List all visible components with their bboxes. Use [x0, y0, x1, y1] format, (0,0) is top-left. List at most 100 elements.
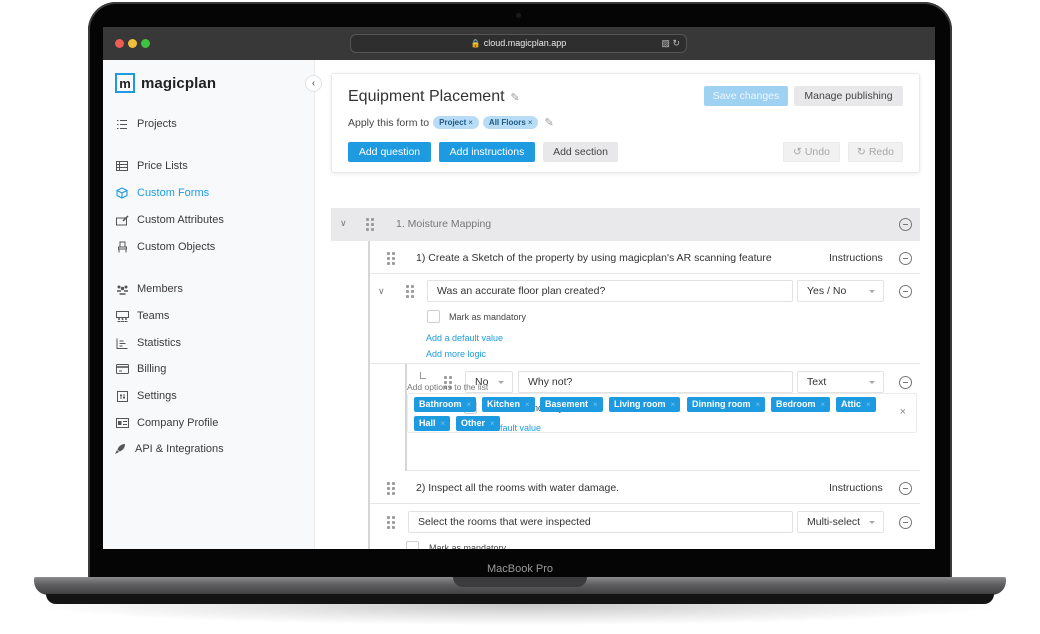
remove-tag-icon[interactable]: ×	[467, 400, 472, 409]
add-section-button[interactable]: Add section	[543, 142, 618, 162]
remove-chip-icon[interactable]: ×	[528, 118, 533, 127]
remove-section-icon[interactable]	[899, 218, 912, 231]
redo-button[interactable]: ↻ Redo	[848, 142, 903, 162]
apply-chip-project[interactable]: Project ×	[433, 116, 479, 129]
teams-icon	[115, 309, 129, 323]
sidebar-item-label: Price Lists	[137, 160, 188, 172]
remove-question-icon[interactable]	[899, 516, 912, 529]
drag-handle-icon[interactable]	[366, 218, 374, 231]
remove-tag-icon[interactable]: ×	[671, 400, 676, 409]
sidebar-item-label: Billing	[137, 363, 167, 375]
remove-question-icon[interactable]	[899, 285, 912, 298]
tag-label: Attic	[841, 399, 861, 409]
sidebar-item-custom-attributes[interactable]: Custom Attributes	[115, 211, 224, 229]
sidebar-item-company-profile[interactable]: Company Profile	[115, 414, 218, 432]
add-question-button[interactable]: Add question	[348, 142, 431, 162]
option-tag[interactable]: Kitchen ×	[482, 397, 535, 412]
close-window-button[interactable]	[115, 39, 124, 48]
question-type-select[interactable]: Multi-select	[797, 511, 884, 533]
remove-instruction-icon[interactable]	[899, 482, 912, 495]
rocket-icon	[113, 442, 127, 456]
chip-label: All Floors	[488, 118, 526, 127]
sidebar-item-statistics[interactable]: Statistics	[115, 334, 181, 352]
remove-tag-icon[interactable]: ×	[821, 400, 826, 409]
browser-toolbar: 🔒 cloud.magicplan.app ▨ ↻	[103, 27, 935, 60]
sidebar-item-teams[interactable]: Teams	[115, 307, 169, 325]
option-tag[interactable]: Other ×	[456, 416, 500, 431]
question-text-input[interactable]: Select the rooms that were inspected	[408, 511, 793, 533]
laptop-notch	[453, 577, 587, 587]
address-bar[interactable]: 🔒 cloud.magicplan.app ▨ ↻	[350, 34, 687, 53]
remove-tag-icon[interactable]: ×	[525, 400, 530, 409]
dropdown-caret-icon	[869, 290, 875, 293]
apply-chip-all-floors[interactable]: All Floors ×	[482, 116, 539, 129]
option-tag[interactable]: Basement ×	[540, 397, 603, 412]
tag-label: Kitchen	[487, 399, 521, 409]
mandatory-checkbox[interactable]	[406, 541, 419, 549]
section-title: 1. Moisture Mapping	[396, 218, 492, 230]
drag-handle-icon[interactable]	[387, 482, 395, 495]
add-default-value-link[interactable]: Add a default value	[426, 333, 503, 343]
option-tag[interactable]: Hall ×	[414, 416, 451, 431]
mandatory-checkbox[interactable]	[427, 310, 440, 323]
sidebar-item-label: Statistics	[137, 337, 182, 349]
remove-subquestion-icon[interactable]	[899, 376, 912, 389]
sidebar-item-custom-forms[interactable]: Custom Forms	[115, 184, 209, 202]
sidebar-item-members[interactable]: Members	[115, 280, 183, 298]
option-tag[interactable]: Dinning room ×	[687, 397, 766, 412]
option-tag[interactable]: Bathroom ×	[414, 397, 477, 412]
subquestion-type-select[interactable]: Text	[797, 371, 884, 393]
remove-tag-icon[interactable]: ×	[441, 419, 446, 428]
option-tag[interactable]: Attic ×	[836, 397, 876, 412]
translate-icon[interactable]: ▨	[661, 38, 670, 48]
manage-publishing-button[interactable]: Manage publishing	[794, 86, 903, 106]
reload-icon[interactable]: ↻	[672, 38, 680, 48]
form-header-card: Equipment Placement ✎ Apply this form to…	[331, 73, 920, 173]
minimize-window-button[interactable]	[128, 39, 137, 48]
chevron-down-icon[interactable]: ∨	[378, 286, 385, 297]
tag-label: Bathroom	[419, 399, 462, 409]
members-icon	[115, 282, 129, 296]
apply-label: Apply this form to	[348, 116, 430, 129]
section-header[interactable]: ∨ 1. Moisture Mapping	[331, 208, 920, 241]
branch-icon	[420, 372, 426, 379]
edit-title-pencil-icon[interactable]: ✎	[511, 91, 520, 104]
drag-handle-icon[interactable]	[406, 285, 414, 298]
maximize-window-button[interactable]	[141, 39, 150, 48]
add-more-logic-link[interactable]: Add more logic	[426, 349, 486, 359]
edit-apply-pencil-icon[interactable]: ✎	[544, 116, 553, 129]
sidebar-item-projects[interactable]: Projects	[115, 115, 177, 133]
subquestion-text-input[interactable]: Why not?	[518, 371, 793, 393]
collapse-sidebar-button[interactable]: ‹	[305, 75, 322, 92]
remove-instruction-icon[interactable]	[899, 252, 912, 265]
question-type-select[interactable]: Yes / No	[797, 280, 884, 302]
sidebar-item-api-integrations[interactable]: API & Integrations	[113, 440, 224, 458]
remove-tag-icon[interactable]: ×	[866, 400, 871, 409]
drag-handle-icon[interactable]	[387, 516, 395, 529]
main-content: Equipment Placement ✎ Apply this form to…	[315, 60, 935, 549]
logo[interactable]: m magicplan	[115, 73, 216, 93]
clear-options-icon[interactable]: ×	[900, 406, 906, 418]
sidebar-item-label: Custom Attributes	[137, 214, 224, 226]
question-text-input[interactable]: Was an accurate floor plan created?	[427, 280, 793, 302]
sidebar-item-price-lists[interactable]: Price Lists	[115, 157, 188, 175]
remove-tag-icon[interactable]: ×	[593, 400, 598, 409]
remove-tag-icon[interactable]: ×	[756, 400, 761, 409]
remove-tag-icon[interactable]: ×	[490, 419, 495, 428]
chevron-down-icon[interactable]: ∨	[340, 218, 347, 229]
redo-label: Redo	[868, 146, 894, 158]
drag-handle-icon[interactable]	[387, 252, 395, 265]
option-tag[interactable]: Living room ×	[609, 397, 681, 412]
option-tag[interactable]: Bedroom ×	[771, 397, 831, 412]
form-title-text: Equipment Placement	[348, 88, 505, 105]
logo-mark: m	[115, 73, 135, 93]
save-changes-button[interactable]: Save changes	[704, 86, 788, 106]
sidebar-item-custom-objects[interactable]: Custom Objects	[115, 238, 215, 256]
sidebar-item-settings[interactable]: Settings	[115, 387, 177, 405]
add-instructions-button[interactable]: Add instructions	[439, 142, 535, 162]
undo-button[interactable]: ↺ Undo	[783, 142, 840, 162]
options-tag-input[interactable]: Bathroom × Kitchen × Basement × Living room…	[407, 393, 917, 433]
sidebar-item-label: Custom Objects	[137, 241, 216, 253]
sidebar-item-billing[interactable]: Billing	[115, 360, 166, 378]
remove-chip-icon[interactable]: ×	[468, 118, 473, 127]
